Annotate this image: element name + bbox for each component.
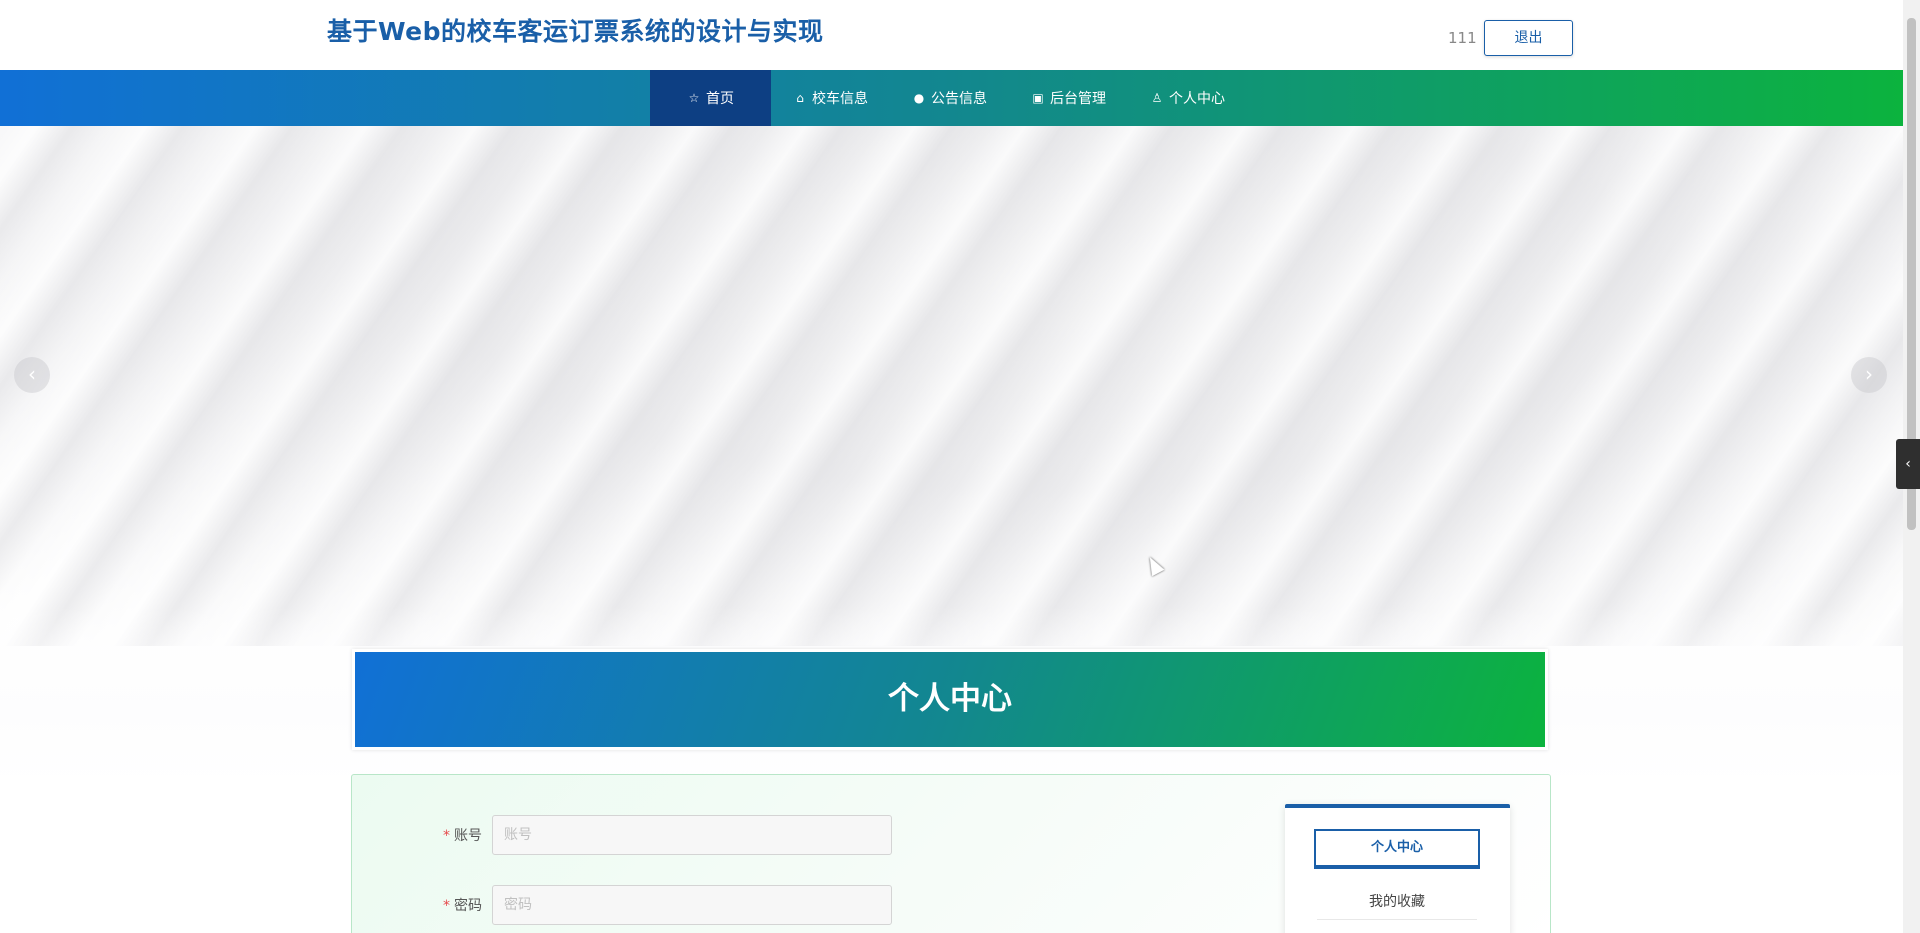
password-row: * 密码 <box>352 885 892 925</box>
drawer-toggle-icon[interactable]: ‹ <box>1896 439 1920 489</box>
logout-button[interactable]: 退出 <box>1484 20 1573 56</box>
side-menu-favorites-link[interactable]: 我的收藏 <box>1317 884 1477 920</box>
account-label: * 账号 <box>352 825 492 845</box>
header: 基于Web的校车客运订票系统的设计与实现 111 退出 <box>0 0 1903 70</box>
user-icon: ♙ <box>1151 91 1163 105</box>
nav-item-announcements[interactable]: ● 公告信息 <box>890 70 1009 126</box>
side-menu: 个人中心 我的收藏 <box>1285 804 1510 933</box>
chevron-left-icon[interactable]: ‹ <box>14 357 50 393</box>
password-input[interactable] <box>492 885 892 925</box>
nav-items: ☆ 首页 ⌂ 校车信息 ● 公告信息 ▣ 后台管理 ♙ 个人中心 <box>650 70 1247 126</box>
info-icon: ● <box>913 91 925 105</box>
nav-item-admin[interactable]: ▣ 后台管理 <box>1009 70 1128 126</box>
nav-item-bus-info[interactable]: ⌂ 校车信息 <box>771 70 890 126</box>
nav-item-label: 公告信息 <box>931 91 987 107</box>
carousel-banner <box>0 126 1903 786</box>
nav-item-label: 个人中心 <box>1169 91 1225 107</box>
required-mark: * <box>443 828 450 844</box>
star-icon: ☆ <box>688 91 700 105</box>
main-nav: ☆ 首页 ⌂ 校车信息 ● 公告信息 ▣ 后台管理 ♙ 个人中心 <box>0 70 1903 126</box>
nav-item-profile[interactable]: ♙ 个人中心 <box>1128 70 1247 126</box>
password-label: * 密码 <box>352 895 492 915</box>
nav-item-label: 校车信息 <box>812 91 868 107</box>
nav-item-label: 后台管理 <box>1050 91 1106 107</box>
nav-item-label: 首页 <box>706 91 734 107</box>
account-label-text: 账号 <box>454 828 482 844</box>
chevron-right-icon[interactable]: › <box>1851 357 1887 393</box>
required-mark: * <box>443 898 450 914</box>
briefcase-icon: ▣ <box>1032 91 1044 105</box>
password-label-text: 密码 <box>454 898 482 914</box>
nav-item-home[interactable]: ☆ 首页 <box>650 70 771 126</box>
section-title: 个人中心 <box>352 649 1548 750</box>
username: 111 <box>1448 29 1477 47</box>
account-row: * 账号 <box>352 815 892 855</box>
site-title: 基于Web的校车客运订票系统的设计与实现 <box>327 17 824 46</box>
bag-icon: ⌂ <box>796 91 804 105</box>
side-menu-profile-button[interactable]: 个人中心 <box>1314 829 1480 869</box>
account-input[interactable] <box>492 815 892 855</box>
